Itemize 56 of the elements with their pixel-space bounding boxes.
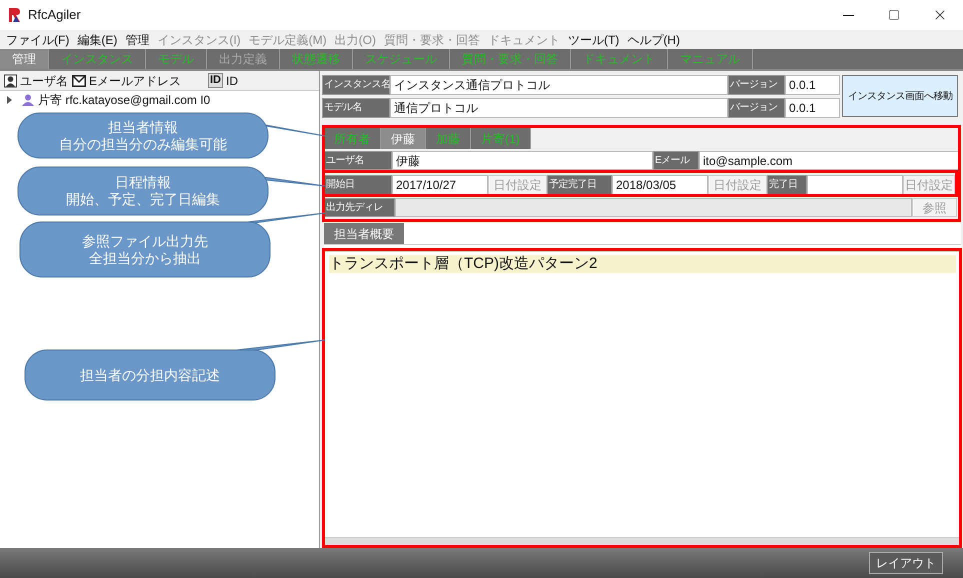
menu-item[interactable]: 管理 [125, 30, 150, 48]
person-icon [22, 94, 34, 106]
callout-text: 参照ファイル出力先 [82, 232, 208, 250]
callout-text: 全担当分から抽出 [89, 250, 201, 266]
menu-item[interactable]: ツール(T) [568, 30, 620, 48]
member-tab[interactable]: 加藤 [426, 128, 471, 149]
field-label: インスタンス名 [322, 75, 390, 95]
app-logo-icon [8, 7, 22, 23]
field-label: 完了日 [767, 175, 807, 195]
date-set-button[interactable]: 日付設定 [708, 175, 767, 195]
field-label: Eメール [653, 151, 699, 170]
column-header: ID [226, 72, 238, 90]
text-field[interactable] [395, 198, 912, 217]
field-label: 予定完了日 [547, 175, 612, 195]
date-set-button[interactable]: 日付設定 [488, 175, 547, 195]
user-row[interactable]: 片寄 rfc.katayose@gmail.com I0 [38, 91, 210, 109]
field-label: 出力先ディレ [324, 198, 395, 217]
tab[interactable]: 管理 [0, 49, 49, 69]
field-label: 開始日 [324, 175, 392, 195]
expand-caret-icon[interactable] [6, 96, 12, 104]
text-field[interactable]: 0.0.1 [785, 98, 840, 118]
callout-text: 担当者情報 [108, 118, 178, 136]
text-field[interactable]: 伊藤 [392, 151, 653, 170]
text-field[interactable]: ito@sample.com [699, 151, 961, 170]
menu-item[interactable]: ヘルプ(H) [627, 30, 680, 48]
field-label: モデル名 [322, 98, 390, 118]
envelope-icon [72, 74, 86, 86]
field-label: バージョン [728, 98, 785, 118]
maximize-icon [888, 9, 900, 21]
date-set-button[interactable]: 日付設定 [903, 175, 955, 195]
member-tab[interactable]: 伊藤 [381, 128, 426, 149]
field-label: ユーザ名 [324, 151, 392, 170]
goto-instance-button[interactable]: インスタンス画面へ移動 [842, 75, 958, 117]
callout-text: 担当者の分担内容記述 [80, 366, 220, 384]
window-title: RfcAgiler [28, 6, 81, 24]
text-field[interactable]: 2018/03/05 [612, 175, 708, 195]
text-field[interactable]: 2017/10/27 [392, 175, 488, 195]
text-field[interactable]: 通信プロトコル [390, 98, 728, 118]
menu-item[interactable]: 編集(E) [77, 30, 118, 48]
callout-text: 開始、予定、完了日編集 [66, 191, 220, 208]
callout-text: 自分の担当分のみ編集可能 [59, 136, 227, 152]
summary-tab[interactable]: 担当者概要 [324, 223, 404, 244]
member-tab[interactable]: 所有者 [324, 128, 381, 149]
field-label: バージョン [728, 75, 785, 95]
user-icon [4, 74, 17, 88]
minimize-icon [842, 14, 854, 16]
column-header: ユーザ名 [20, 72, 68, 90]
text-field[interactable]: 0.0.1 [785, 75, 840, 95]
id-badge: ID [208, 73, 223, 88]
column-header: Eメールアドレス [89, 72, 182, 90]
layout-button[interactable]: レイアウト [869, 552, 943, 574]
member-tab[interactable]: 片寄(1) [471, 128, 531, 149]
callout-text: 日程情報 [115, 174, 171, 191]
menu-item[interactable]: ファイル(F) [6, 30, 70, 48]
text-field[interactable] [807, 175, 903, 195]
text-field[interactable]: インスタンス通信プロトコル [390, 75, 728, 95]
